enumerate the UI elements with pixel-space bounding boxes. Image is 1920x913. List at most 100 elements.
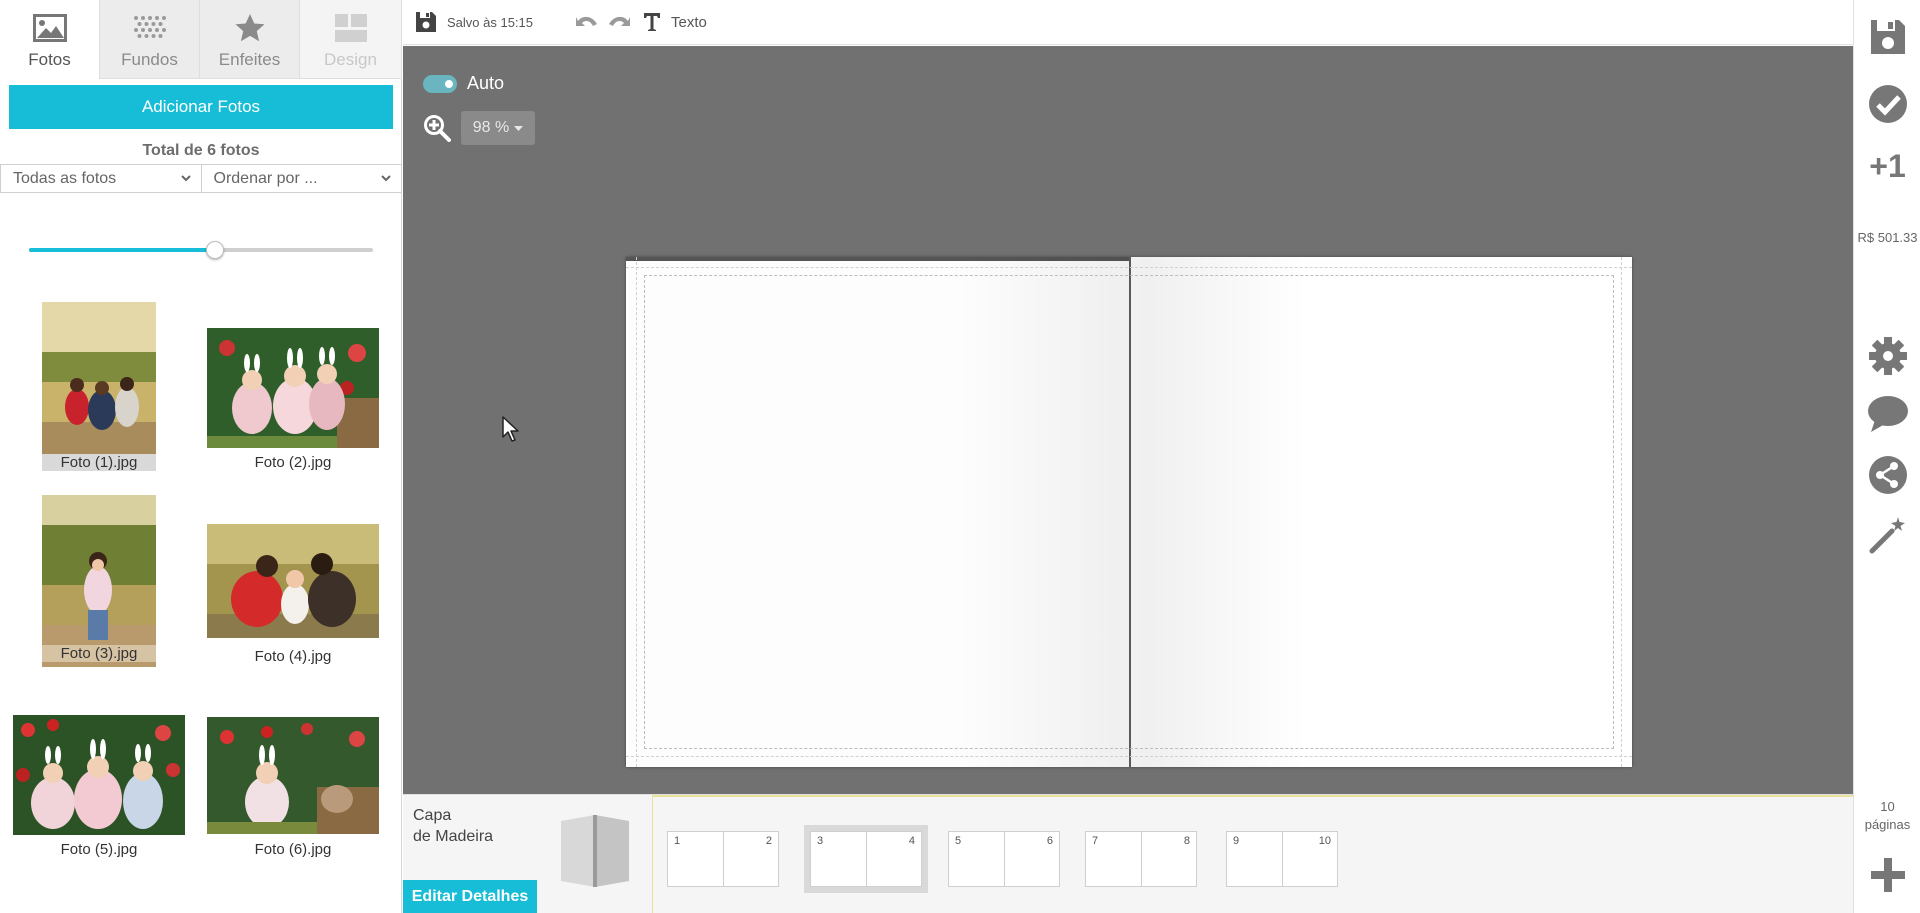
auto-switch[interactable] [423,74,457,93]
save-icon[interactable] [415,11,437,33]
magic-wand-button[interactable] [1854,515,1920,555]
photo-thumbnail[interactable] [207,328,379,448]
tab-fotos[interactable]: Fotos [0,0,100,79]
share-button[interactable] [1854,455,1920,495]
plus-one-button[interactable]: +1 [1854,148,1920,185]
left-panel: Fotos Fundos Enfeites Design Adicionar F… [0,0,402,913]
chevron-down-icon [180,175,191,182]
cover-title-line1: Capa [413,807,452,824]
cover-title: Capa de Madeira [413,805,493,847]
text-tool-label[interactable]: Texto [671,14,707,31]
bleed-guide [626,756,1632,757]
page-spread[interactable] [626,257,1632,767]
undo-icon[interactable] [575,12,599,32]
safe-area-guide [644,275,1614,749]
photo-caption: Foto (3).jpg [42,645,156,662]
text-tool-icon[interactable] [643,12,661,32]
settings-button[interactable] [1854,336,1920,376]
photo-item[interactable]: Foto (5).jpg [13,715,185,863]
page-number: 1 [674,835,681,847]
photo-thumbnail[interactable] [13,715,185,835]
photo-caption: Foto (1).jpg [42,454,156,471]
page-number: 8 [1183,835,1190,847]
tab-design-label: Design [324,50,377,69]
order-select-value: Ordenar por ... [213,169,318,187]
photo-caption: Foto (5).jpg [60,841,138,858]
filter-select-value: Todas as fotos [13,169,117,187]
top-toolbar: Salvo às 15:15 Texto [403,0,1853,45]
page-number: 10 [1318,835,1331,847]
tab-enfeites-label: Enfeites [218,50,281,69]
zoom-value: 98 % [472,119,510,136]
bleed-guide [1621,257,1622,767]
page-count-label: páginas [1864,817,1911,832]
tab-enfeites[interactable]: Enfeites [200,0,300,79]
page-number: 2 [765,835,772,847]
pages-area: 1 2 3 4 5 6 7 8 9 10 [652,795,1853,913]
editor-canvas[interactable]: Auto 98 % [403,46,1853,794]
cover-title-line2: de Madeira [413,828,494,845]
auto-toggle[interactable]: Auto [423,73,504,94]
photo-item[interactable]: Foto (6).jpg [207,717,379,863]
magic-wand-icon[interactable] [1868,515,1908,555]
redo-icon[interactable] [607,12,631,32]
page-count-number: 10 [1880,799,1895,814]
filter-select[interactable]: Todas as fotos [0,164,202,193]
panel-tabs: Fotos Fundos Enfeites Design [0,0,402,79]
add-pages-button[interactable] [1854,856,1920,894]
photo-thumbnail[interactable] [42,495,156,667]
saved-status: Salvo às 15:15 [447,14,534,30]
chevron-down-icon [381,175,391,182]
tab-fundos-label: Fundos [121,50,178,69]
plus-icon[interactable] [1869,856,1907,894]
page-number: 7 [1092,835,1099,847]
tab-fundos[interactable]: Fundos [100,0,200,79]
order-select[interactable]: Ordenar por ... [201,164,402,193]
photo-thumbnail[interactable] [207,717,379,834]
photo-caption: Foto (2).jpg [254,454,332,471]
photo-thumbnail[interactable] [42,302,156,454]
slider-handle[interactable] [205,241,224,259]
page-number: 4 [908,835,915,847]
photo-item[interactable]: Foto (3).jpg [42,495,156,667]
photo-item[interactable]: Foto (4).jpg [207,524,379,667]
page-number: 9 [1233,835,1240,847]
layout-icon [334,14,367,42]
tab-fotos-label: Fotos [28,50,71,69]
page-number: 6 [1046,835,1053,847]
zoom-control: 98 % [423,111,535,145]
photo-item[interactable]: Foto (2).jpg [207,328,379,474]
page-number: 5 [955,835,962,847]
check-circle-icon[interactable] [1868,84,1908,124]
spread-thumbnail[interactable]: 1 2 [667,831,779,887]
add-photos-button[interactable]: Adicionar Fotos [9,85,393,129]
gear-icon[interactable] [1868,336,1908,376]
auto-label: Auto [467,73,505,93]
edit-details-button[interactable]: Editar Detalhes [403,880,537,913]
pattern-icon [133,16,166,38]
star-icon [235,14,264,42]
thumbnail-size-slider[interactable] [29,240,373,260]
zoom-select[interactable]: 98 % [461,111,535,145]
photo-item[interactable]: Foto (1).jpg [42,302,156,474]
speech-bubble-icon[interactable] [1867,394,1909,434]
comments-button[interactable] [1854,394,1920,434]
page-navigator: Capa de Madeira Editar Detalhes 1 2 3 4 … [403,794,1853,913]
caret-down-icon [514,125,524,131]
spread-thumbnail[interactable]: 7 8 [1085,831,1197,887]
share-icon[interactable] [1868,455,1908,495]
zoom-in-icon[interactable] [423,114,451,142]
spread-thumbnail-selected[interactable]: 3 4 [804,825,928,893]
bleed-guide [626,267,1632,268]
slider-fill [29,248,215,252]
photos-total: Total de 6 fotos [142,142,260,159]
page-count: 10 páginas [1854,798,1920,834]
photo-thumbnail[interactable] [207,524,379,638]
save-project-button[interactable] [1854,18,1920,56]
spread-thumbnail[interactable]: 5 6 [948,831,1060,887]
finish-button[interactable] [1854,84,1920,124]
cover-thumbnail[interactable] [553,811,633,891]
page-number: 3 [817,835,824,847]
save-icon[interactable] [1869,18,1907,56]
spread-thumbnail[interactable]: 9 10 [1226,831,1338,887]
